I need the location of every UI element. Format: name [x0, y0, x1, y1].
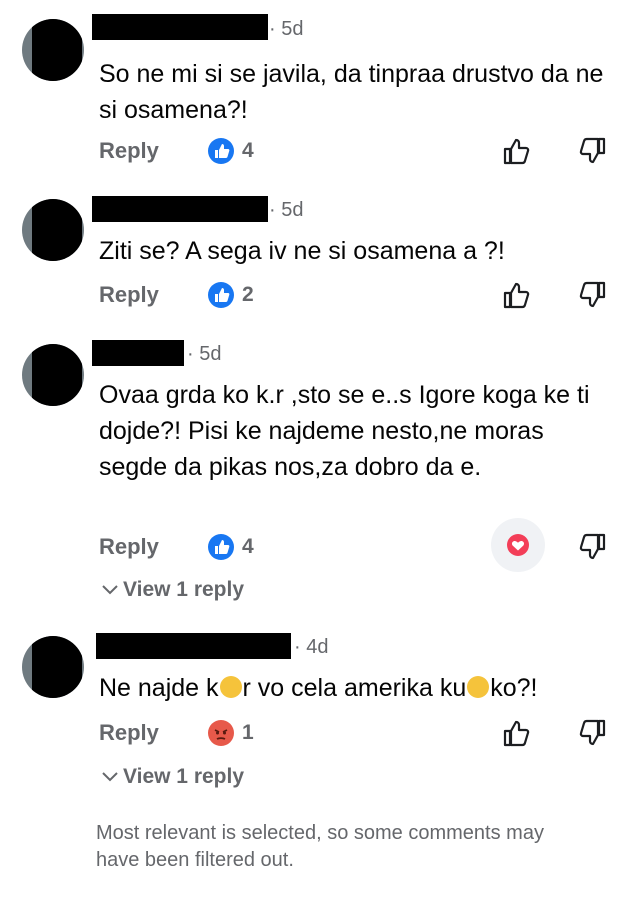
avatar[interactable]: [22, 636, 84, 698]
comment-timestamp[interactable]: · 5d: [187, 343, 221, 366]
like-reaction-icon[interactable]: [208, 534, 234, 560]
comment-timestamp[interactable]: · 5d: [269, 199, 303, 222]
author-name-redacted[interactable]: [96, 633, 291, 659]
shushing-emoji-icon: [467, 676, 490, 698]
chevron-down-icon: [102, 772, 118, 782]
comment-text-part3: ko?!: [490, 674, 538, 702]
comment-actions: Reply 4: [0, 136, 630, 168]
comment-text: Ne najde k r vo cela amerika ku ko?!: [99, 670, 614, 706]
comment-text: Ziti se? A sega iv ne si osamena a ?!: [99, 237, 505, 265]
author-name-redacted[interactable]: [92, 14, 268, 40]
avatar-redaction: [32, 344, 82, 406]
comment-timestamp[interactable]: · 5d: [269, 18, 303, 41]
reply-button[interactable]: Reply: [99, 720, 159, 746]
avatar[interactable]: [22, 199, 84, 261]
author-name-redacted[interactable]: [92, 196, 268, 222]
reaction-count[interactable]: 1: [242, 721, 254, 745]
view-replies-link[interactable]: View 1 reply: [101, 578, 244, 602]
like-reaction-icon[interactable]: [208, 138, 234, 164]
thumbs-up-icon[interactable]: [503, 280, 531, 315]
comment-timestamp[interactable]: · 4d: [294, 636, 328, 659]
like-reaction-icon[interactable]: [208, 282, 234, 308]
reaction-count[interactable]: 4: [242, 535, 254, 559]
comment-actions: Reply 4: [0, 518, 630, 572]
view-replies-label: View 1 reply: [123, 765, 245, 788]
chevron-down-icon: [102, 585, 118, 595]
view-replies-link[interactable]: View 1 reply: [101, 765, 244, 789]
avatar[interactable]: [22, 344, 84, 406]
reaction-count[interactable]: 4: [242, 139, 254, 163]
reaction-count[interactable]: 2: [242, 283, 254, 307]
view-replies-label: View 1 reply: [123, 578, 245, 601]
comment-text: So ne mi si se javila, da tinpraa drustv…: [99, 60, 604, 124]
thumbs-down-icon[interactable]: [578, 280, 606, 315]
angry-reaction-icon[interactable]: [208, 720, 234, 746]
thumbs-down-icon[interactable]: [578, 532, 606, 567]
avatar-redaction: [32, 199, 82, 261]
shushing-emoji-icon: [219, 676, 242, 698]
comment-text: Ovaa grda ko k.r ,sto se e..s Igore koga…: [99, 381, 590, 481]
avatar[interactable]: [22, 19, 84, 81]
thumbs-up-icon[interactable]: [503, 136, 531, 171]
filter-notice: Most relevant is selected, so some comme…: [96, 822, 544, 871]
comment-actions: Reply 2: [0, 280, 630, 312]
avatar-redaction: [32, 636, 82, 698]
reply-button[interactable]: Reply: [99, 534, 159, 560]
thumbs-down-icon[interactable]: [578, 718, 606, 753]
author-name-redacted[interactable]: [92, 340, 184, 366]
reply-button[interactable]: Reply: [99, 282, 159, 308]
comment-actions: Reply 1: [0, 718, 630, 750]
comment-text-part2: r vo cela amerika ku: [242, 674, 467, 702]
avatar-redaction: [32, 19, 82, 81]
thumbs-down-icon[interactable]: [578, 136, 606, 171]
reply-button[interactable]: Reply: [99, 138, 159, 164]
comment-text-part1: Ne najde k: [99, 674, 219, 702]
love-reaction-button[interactable]: [491, 518, 545, 572]
thumbs-up-icon[interactable]: [503, 718, 531, 753]
